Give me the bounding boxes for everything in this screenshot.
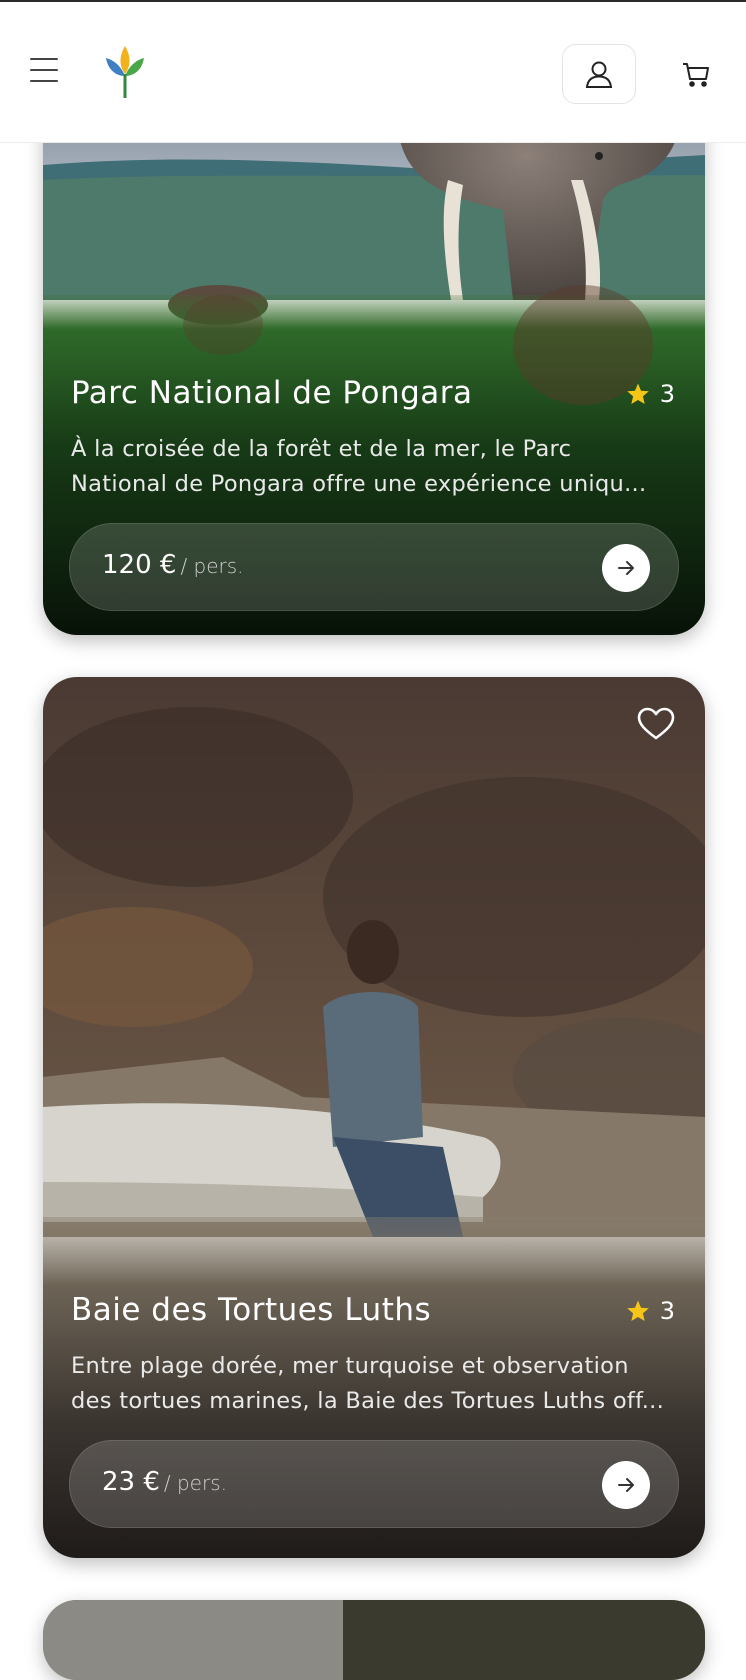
card-title: Baie des Tortues Luths xyxy=(71,1292,432,1328)
price: 120 € / pers. xyxy=(102,550,244,580)
card-description: À la croisée de la forêt et de la mer, l… xyxy=(71,432,677,502)
price-value: 23 € xyxy=(102,1467,160,1497)
star-icon xyxy=(626,383,649,404)
price-unit: / pers. xyxy=(180,554,244,578)
heart-icon[interactable] xyxy=(637,707,675,741)
activity-card[interactable]: Parc National de Pongara 3 À la croisée … xyxy=(43,60,705,635)
description-line: National de Pongara offre une expérience… xyxy=(71,471,647,497)
card-photo xyxy=(43,677,705,1558)
activity-card[interactable]: Baie des Tortues Luths 3 Entre plage dor… xyxy=(43,677,705,1558)
price-unit: / pers. xyxy=(163,1471,227,1495)
site-header xyxy=(0,2,746,143)
price-value: 120 € xyxy=(102,550,177,580)
hamburger-menu-icon[interactable] xyxy=(30,58,58,86)
price: 23 € / pers. xyxy=(102,1467,227,1497)
star-icon xyxy=(626,1300,649,1321)
description-line: À la croisée de la forêt et de la mer, l… xyxy=(71,436,572,462)
activity-card[interactable] xyxy=(43,1600,705,1680)
leaf-logo-icon[interactable] xyxy=(104,44,146,100)
rating: 3 xyxy=(626,380,675,408)
arrow-right-icon xyxy=(618,1478,634,1492)
go-button[interactable] xyxy=(602,1461,650,1509)
card-photo xyxy=(43,1600,705,1680)
price-bar[interactable]: 120 € / pers. xyxy=(69,523,679,611)
card-description: Entre plage dorée, mer turquoise et obse… xyxy=(71,1349,677,1419)
description-line: des tortues marines, la Baie des Tortues… xyxy=(71,1388,665,1414)
rating-value: 3 xyxy=(659,1297,675,1325)
rating-value: 3 xyxy=(659,380,675,408)
go-button[interactable] xyxy=(602,544,650,592)
arrow-right-icon xyxy=(618,561,634,575)
rating: 3 xyxy=(626,1297,675,1325)
account-button[interactable] xyxy=(562,44,636,104)
card-title: Parc National de Pongara xyxy=(71,375,473,411)
price-bar[interactable]: 23 € / pers. xyxy=(69,1440,679,1528)
shopping-cart-icon[interactable] xyxy=(680,58,712,90)
description-line: Entre plage dorée, mer turquoise et obse… xyxy=(71,1353,629,1379)
user-icon xyxy=(585,61,613,88)
